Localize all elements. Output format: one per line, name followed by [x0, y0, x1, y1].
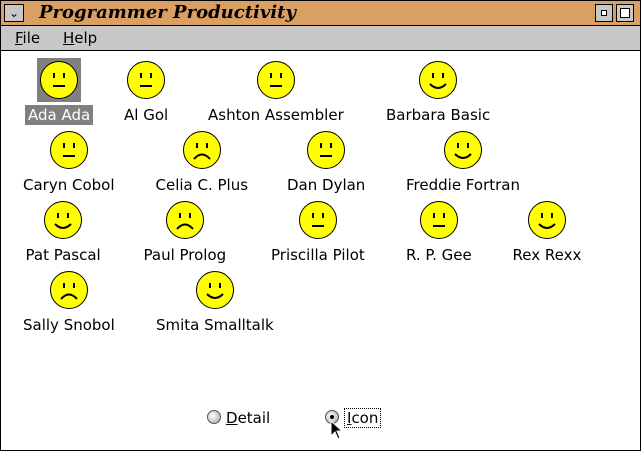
programmer-name-label: R. P. Gee: [406, 246, 472, 264]
programmer-name-label: Freddie Fortran: [406, 176, 520, 194]
menu-bar: File Help: [1, 26, 640, 51]
menu-file[interactable]: File: [15, 27, 40, 49]
programmer-icon-item[interactable]: Caryn Cobol: [0, 131, 139, 201]
minimize-button[interactable]: [595, 4, 613, 22]
app-window: ⌄ Programmer Productivity File Help Ada …: [0, 0, 641, 451]
happy-face-icon: [196, 271, 234, 309]
programmer-name-label: Pat Pascal: [25, 246, 101, 264]
radio-button-icon: [207, 410, 221, 424]
programmer-icon-item[interactable]: Sally Snobol: [0, 271, 139, 341]
programmer-name-label: Barbara Basic: [386, 106, 491, 124]
programmer-name-label: Celia C. Plus: [155, 176, 249, 194]
neutral-face-icon: [40, 61, 78, 99]
mouse-pointer-icon: [330, 420, 344, 440]
menu-help[interactable]: Help: [63, 27, 97, 49]
programmer-icon-area: Ada Ada Al Gol Ashton Assembler Barbara Bas…: [1, 51, 640, 391]
programmer-name-label: Paul Prolog: [143, 246, 227, 264]
programmer-icon-item[interactable]: Dan Dylan: [256, 131, 396, 201]
programmer-name-label: Ashton Assembler: [208, 106, 344, 124]
programmer-icon-item[interactable]: Freddie Fortran: [393, 131, 533, 201]
programmer-icon-item[interactable]: Celia C. Plus: [132, 131, 272, 201]
maximize-icon: [620, 8, 630, 18]
neutral-face-icon: [299, 201, 337, 239]
programmer-name-label: Caryn Cobol: [23, 176, 115, 194]
programmer-name-label: Smita Smalltalk: [156, 316, 274, 334]
programmer-icon-item[interactable]: Al Gol: [76, 61, 216, 131]
programmer-icon-item[interactable]: Ashton Assembler: [206, 61, 346, 131]
sad-face-icon: [183, 131, 221, 169]
chevron-down-icon: ⌄: [8, 6, 20, 20]
programmer-name-label: Priscilla Pilot: [271, 246, 365, 264]
window-title: Programmer Productivity: [39, 2, 296, 23]
programmer-icon-item[interactable]: Pat Pascal: [0, 201, 133, 271]
programmer-name-label: Rex Rexx: [512, 246, 582, 264]
programmer-icon-item[interactable]: Paul Prolog: [115, 201, 255, 271]
happy-face-icon: [419, 61, 457, 99]
neutral-face-icon: [127, 61, 165, 99]
happy-face-icon: [444, 131, 482, 169]
happy-face-icon: [528, 201, 566, 239]
sad-face-icon: [50, 271, 88, 309]
maximize-button[interactable]: [616, 4, 634, 22]
programmer-name-label: Dan Dylan: [287, 176, 366, 194]
minimize-icon: [601, 10, 607, 16]
title-bar[interactable]: ⌄ Programmer Productivity: [1, 1, 640, 26]
icon-radio-label: Icon: [344, 408, 382, 428]
programmer-name-label: Al Gol: [124, 106, 169, 124]
neutral-face-icon: [420, 201, 458, 239]
happy-face-icon: [44, 201, 82, 239]
neutral-face-icon: [50, 131, 88, 169]
programmer-icon-item[interactable]: Rex Rexx: [477, 201, 617, 271]
detail-radio-label: Detail: [226, 409, 271, 427]
sad-face-icon: [166, 201, 204, 239]
programmer-icon-item[interactable]: Priscilla Pilot: [248, 201, 388, 271]
programmer-icon-item[interactable]: Smita Smalltalk: [145, 271, 285, 341]
programmer-icon-item[interactable]: Barbara Basic: [368, 61, 508, 131]
neutral-face-icon: [257, 61, 295, 99]
neutral-face-icon: [307, 131, 345, 169]
programmer-name-label: Sally Snobol: [23, 316, 115, 334]
system-menu-button[interactable]: ⌄: [4, 4, 24, 22]
